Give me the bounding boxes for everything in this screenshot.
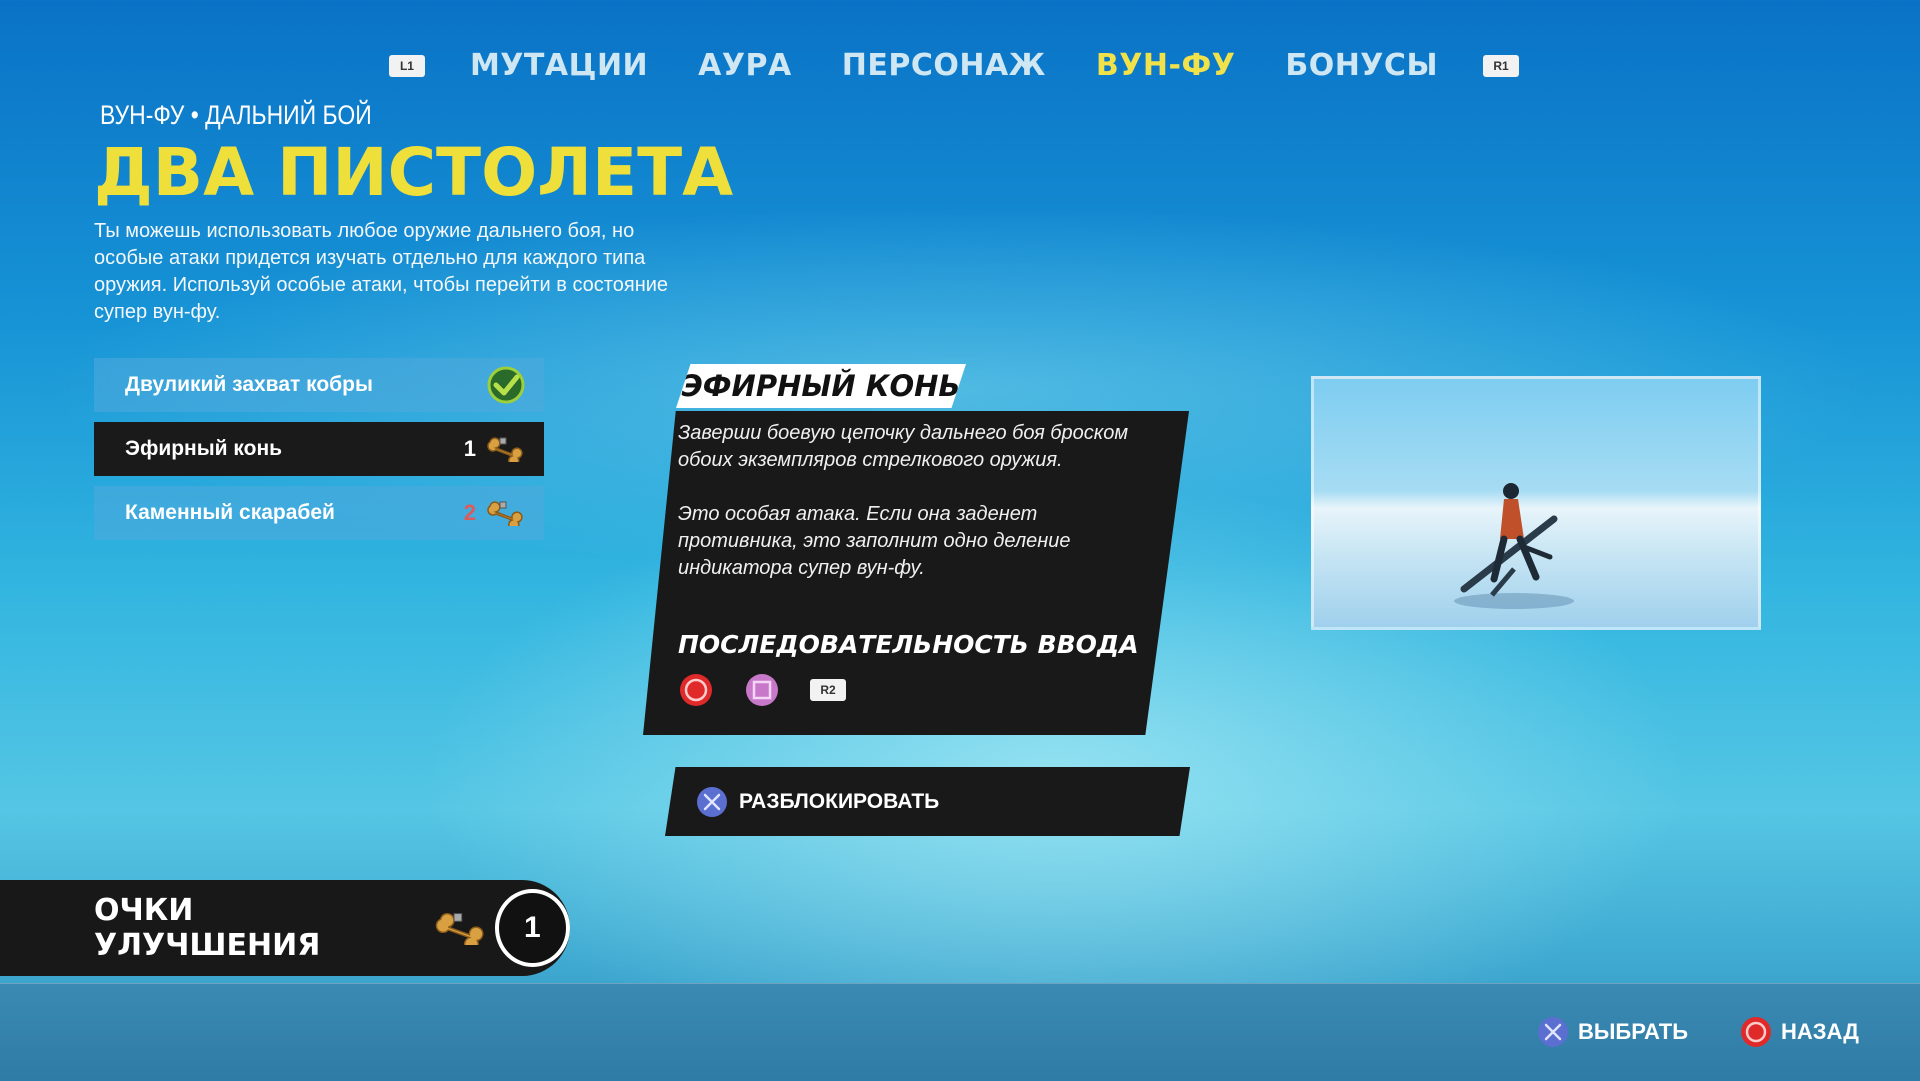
attack-preview-video — [1311, 376, 1761, 630]
circle-button-icon — [1741, 1017, 1771, 1047]
bone-upgrade-icon — [435, 913, 484, 945]
attack-label: Каменный скарабей — [125, 501, 335, 524]
input-sequence: R2 — [678, 672, 846, 708]
r2-button-icon: R2 — [810, 679, 846, 701]
attack-item-cobra[interactable]: Двуликий захват кобры — [94, 358, 544, 412]
tab-mutations[interactable]: МУТАЦИИ — [470, 48, 648, 83]
select-hint[interactable]: ВЫБРАТЬ — [1536, 1015, 1688, 1049]
unlock-label: РАЗБЛОКИРОВАТЬ — [739, 789, 940, 813]
attack-list: Двуликий захват кобры Эфирный конь 1 Кам… — [94, 358, 544, 550]
tab-character[interactable]: ПЕРСОНАЖ — [842, 48, 1046, 83]
select-hint-label: ВЫБРАТЬ — [1578, 1019, 1689, 1044]
character-preview-figure — [1454, 483, 1574, 609]
tab-wun-fu[interactable]: ВУН-ФУ — [1096, 48, 1235, 83]
back-hint-label: НАЗАД — [1781, 1019, 1859, 1044]
attack-detail-effect: Это особая атака. Если она заденет проти… — [678, 503, 1071, 579]
tab-aura[interactable]: АУРА — [698, 48, 792, 83]
page-description: Ты можешь использовать любое оружие даль… — [94, 220, 669, 323]
circle-button-icon — [680, 674, 712, 706]
attack-cost: 1 — [463, 436, 476, 461]
category-subtitle: ВУН-ФУ • ДАЛЬНИЙ БОЙ — [100, 100, 372, 130]
upgrade-points-label: ОЧКИ УЛУЧШЕНИЯ — [94, 893, 321, 963]
attack-item-ether-horse[interactable]: Эфирный конь 1 — [94, 422, 544, 476]
upgrade-points-panel: ОЧКИ УЛУЧШЕНИЯ 1 — [0, 880, 570, 976]
attack-item-stone-scarab[interactable]: Каменный скарабей 2 — [94, 486, 544, 540]
l1-button-hint[interactable]: L1 — [388, 54, 425, 77]
tab-bonuses[interactable]: БОНУСЫ — [1285, 48, 1438, 83]
bone-upgrade-icon — [487, 437, 523, 462]
page-title: ДВА ПИСТОЛЕТА — [94, 134, 734, 211]
square-button-icon — [746, 674, 778, 706]
attack-detail-title-banner: ЭФИРНЫЙ КОНЬ — [676, 364, 966, 408]
attack-cost: 2 — [463, 500, 476, 525]
checkmark-icon — [487, 366, 525, 404]
attack-detail-text: Заверши боевую цепочку дальнего боя брос… — [678, 420, 1148, 609]
cross-button-icon — [697, 786, 727, 817]
unlock-button[interactable]: РАЗБЛОКИРОВАТЬ — [665, 767, 1190, 836]
tab-bar: L1 МУТАЦИИ АУРА ПЕРСОНАЖ ВУН-ФУ БОНУСЫ R… — [0, 48, 1920, 83]
attack-detail-title: ЭФИРНЫЙ КОНЬ — [681, 369, 961, 403]
input-sequence-title: ПОСЛЕДОВАТЕЛЬНОСТЬ ВВОДА — [678, 630, 1139, 659]
back-hint[interactable]: НАЗАД — [1739, 1015, 1859, 1049]
upgrade-points-value: 1 — [494, 889, 570, 967]
attack-detail-description: Заверши боевую цепочку дальнего боя брос… — [678, 422, 1129, 471]
attack-label: Двуликий захват кобры — [125, 373, 373, 396]
bone-upgrade-icon — [487, 501, 523, 526]
attack-label: Эфирный конь — [125, 437, 283, 460]
cross-button-icon — [1538, 1017, 1568, 1047]
r1-button-hint[interactable]: R1 — [1483, 54, 1520, 77]
